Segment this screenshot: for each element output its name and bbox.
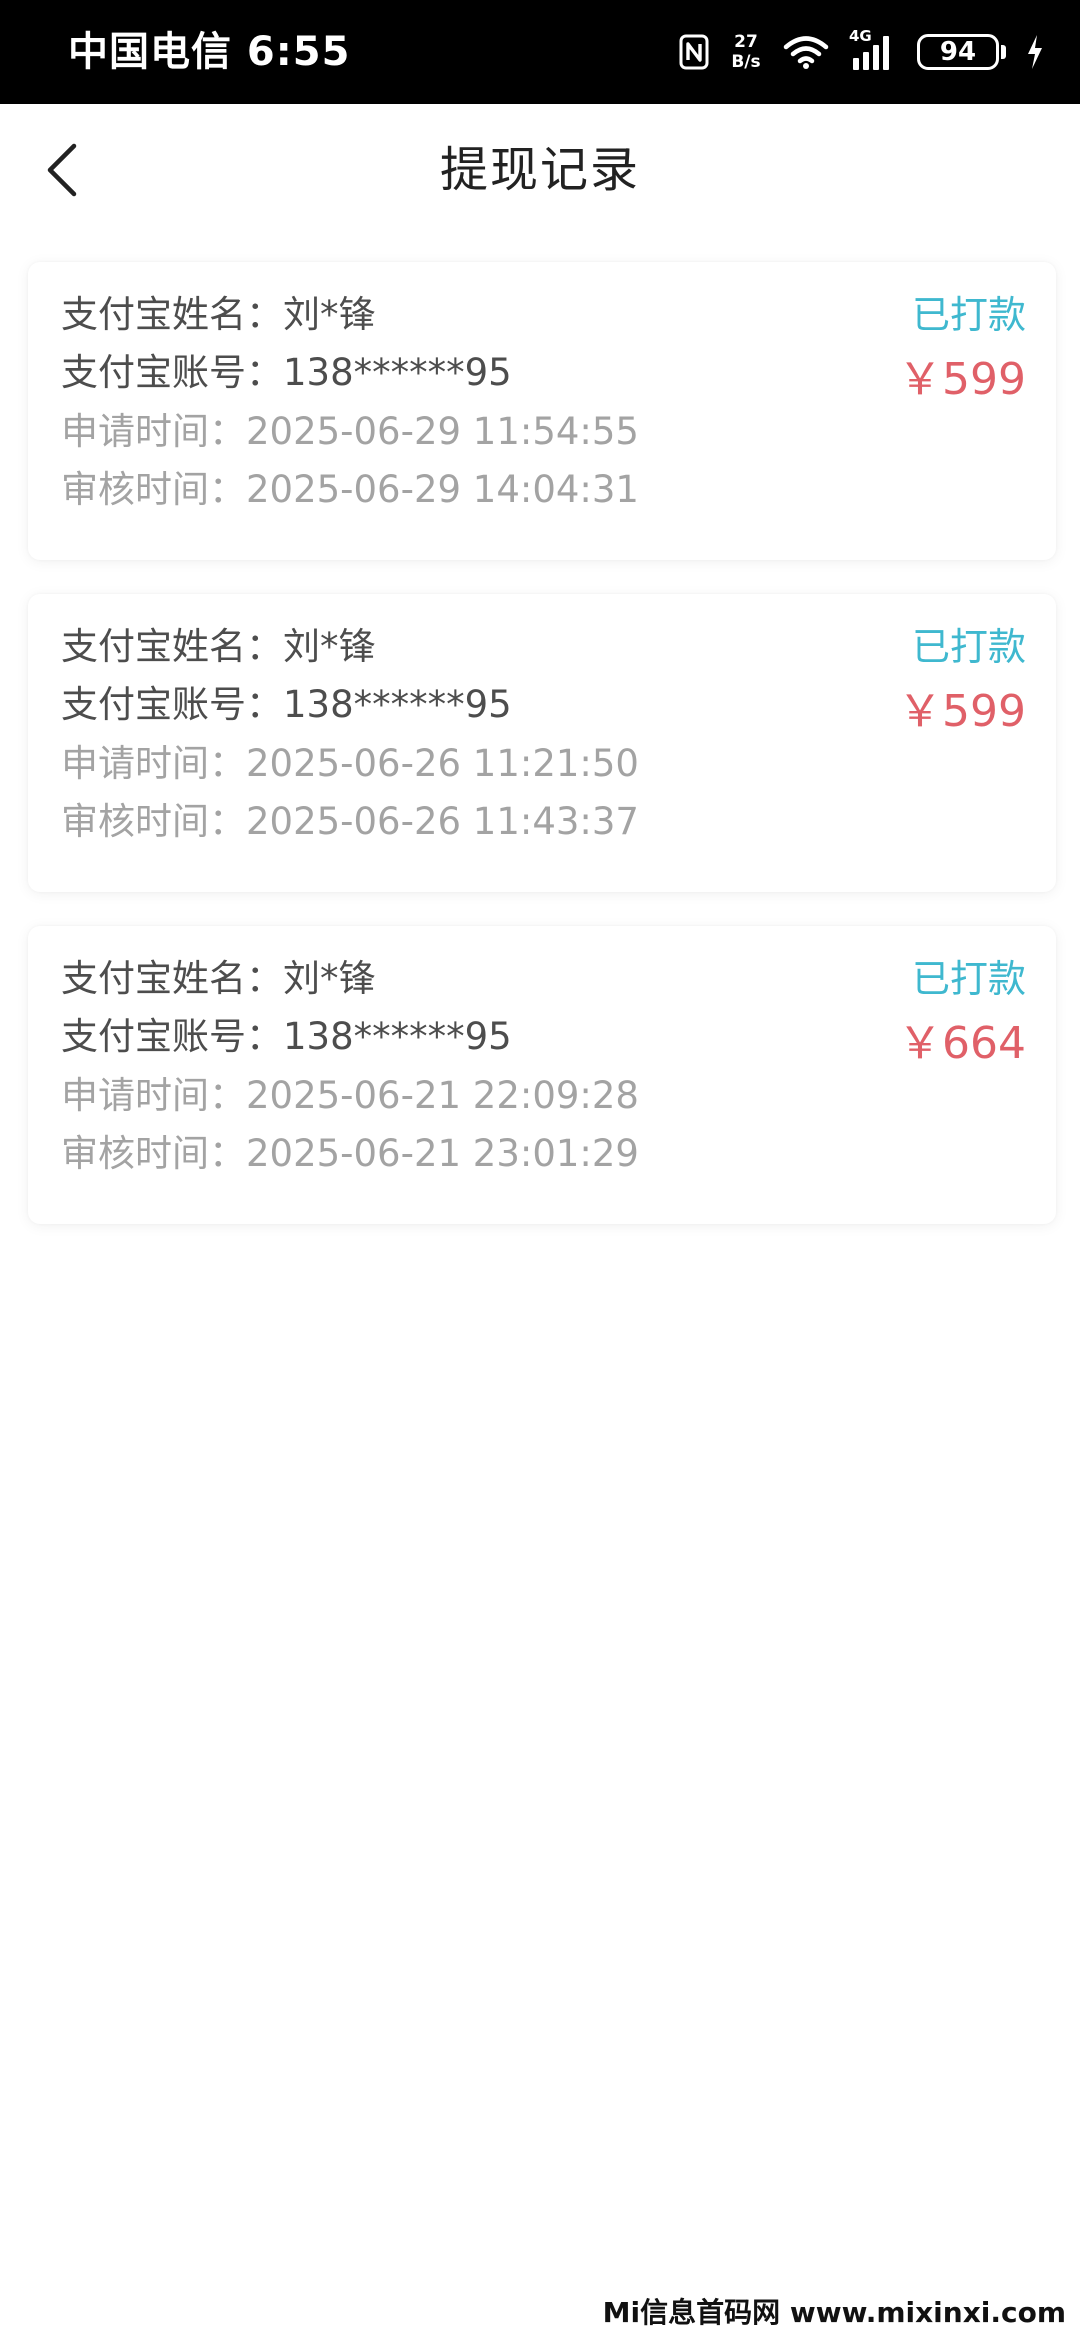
withdraw-amount: ￥599	[898, 354, 1026, 405]
record-card[interactable]: 支付宝姓名：刘*锋 支付宝账号：138******95 申请时间：2025-06…	[28, 926, 1056, 1224]
alipay-name-row: 支付宝姓名：刘*锋	[61, 293, 376, 336]
charging-icon	[1028, 35, 1042, 69]
status-badge: 已打款	[911, 293, 1026, 337]
alipay-account-row: 支付宝账号：138******95	[61, 351, 512, 394]
record-card[interactable]: 支付宝姓名：刘*锋 支付宝账号：138******95 申请时间：2025-06…	[28, 594, 1056, 892]
net-speed: 27 B/s	[729, 32, 763, 72]
battery: 94	[917, 34, 1006, 70]
watermark: Mi信息首码网 www.mixinxi.com	[602, 2296, 1066, 2329]
alipay-account: 138******95	[283, 351, 512, 394]
cellular-signal: 4G	[849, 28, 897, 72]
status-badge: 已打款	[911, 957, 1026, 1001]
alipay-account: 138******95	[283, 683, 512, 726]
nfc-icon	[679, 34, 709, 70]
alipay-name: 刘*锋	[283, 293, 376, 336]
alipay-name: 刘*锋	[283, 957, 376, 1000]
alipay-name: 刘*锋	[283, 625, 376, 668]
net-speed-value: 27	[734, 32, 758, 52]
alipay-name-row: 支付宝姓名：刘*锋	[61, 625, 376, 668]
alipay-account: 138******95	[283, 1015, 512, 1058]
apply-time-row: 申请时间：2025-06-29 11:54:55	[61, 410, 639, 453]
alipay-account-row: 支付宝账号：138******95	[61, 1015, 512, 1058]
signal-icon	[853, 36, 889, 70]
review-time-row: 审核时间：2025-06-29 14:04:31	[61, 468, 639, 511]
status-bar: 中国电信 6:55 27 B/s 4G 94	[0, 0, 1080, 104]
status-badge: 已打款	[911, 625, 1026, 669]
page-title: 提现记录	[439, 142, 640, 198]
apply-time: 2025-06-26 11:21:50	[246, 742, 639, 785]
alipay-account-row: 支付宝账号：138******95	[61, 683, 512, 726]
carrier-time: 中国电信 6:55	[68, 29, 351, 75]
net-speed-unit: B/s	[731, 52, 761, 72]
apply-time-row: 申请时间：2025-06-26 11:21:50	[61, 742, 639, 785]
review-time-row: 审核时间：2025-06-21 23:01:29	[61, 1132, 639, 1175]
wifi-icon	[783, 36, 829, 69]
review-time: 2025-06-21 23:01:29	[246, 1132, 639, 1175]
review-time-row: 审核时间：2025-06-26 11:43:37	[61, 800, 639, 843]
battery-level: 94	[917, 34, 999, 70]
withdraw-amount: ￥599	[898, 686, 1026, 737]
review-time: 2025-06-29 14:04:31	[246, 468, 639, 511]
record-card[interactable]: 支付宝姓名：刘*锋 支付宝账号：138******95 申请时间：2025-06…	[28, 262, 1056, 560]
apply-time-row: 申请时间：2025-06-21 22:09:28	[61, 1074, 639, 1117]
withdraw-amount: ￥664	[898, 1018, 1026, 1069]
nav-bar: 提现记录	[0, 104, 1080, 236]
alipay-name-row: 支付宝姓名：刘*锋	[61, 957, 376, 1000]
apply-time: 2025-06-29 11:54:55	[246, 410, 639, 453]
status-icons: 27 B/s 4G 94	[679, 28, 1044, 76]
review-time: 2025-06-26 11:43:37	[246, 800, 639, 843]
apply-time: 2025-06-21 22:09:28	[246, 1074, 639, 1117]
